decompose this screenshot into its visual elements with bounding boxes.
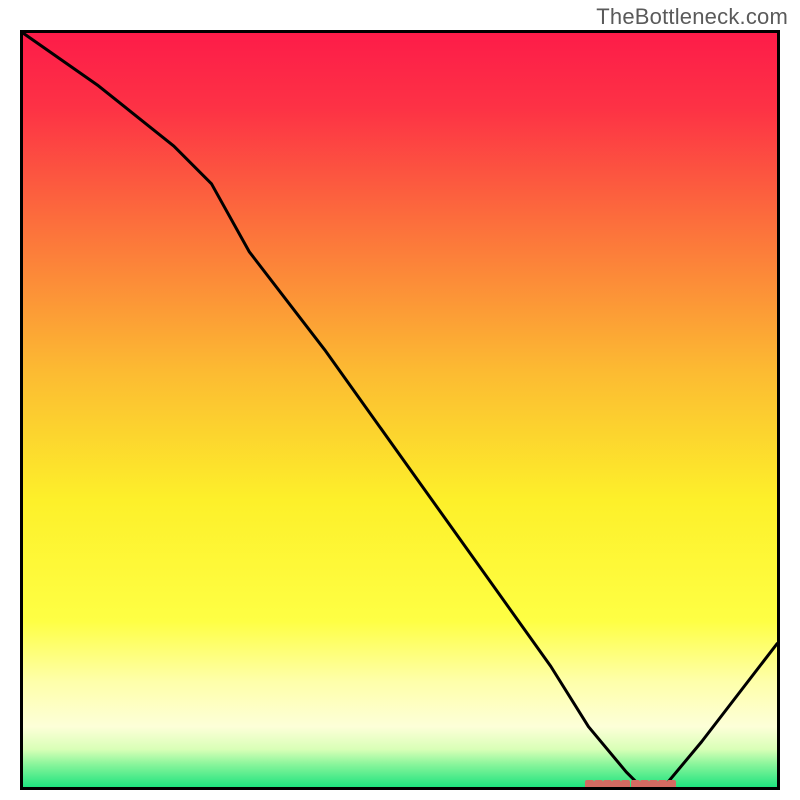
optimal-marker-dot [640, 780, 649, 789]
optimal-range-markers [23, 33, 777, 787]
optimal-marker-dot [621, 780, 630, 789]
watermark-label: TheBottleneck.com [596, 4, 788, 30]
optimal-marker-dot [631, 780, 640, 789]
chart-canvas: TheBottleneck.com [0, 0, 800, 800]
optimal-marker-dot [649, 780, 658, 789]
optimal-marker-dot [667, 780, 676, 789]
optimal-marker-dot [658, 780, 667, 789]
optimal-marker-dot [612, 780, 621, 789]
optimal-marker-dot [594, 780, 603, 789]
plot-area [20, 30, 780, 790]
optimal-marker-dot [603, 780, 612, 789]
optimal-marker-dot [585, 780, 594, 789]
